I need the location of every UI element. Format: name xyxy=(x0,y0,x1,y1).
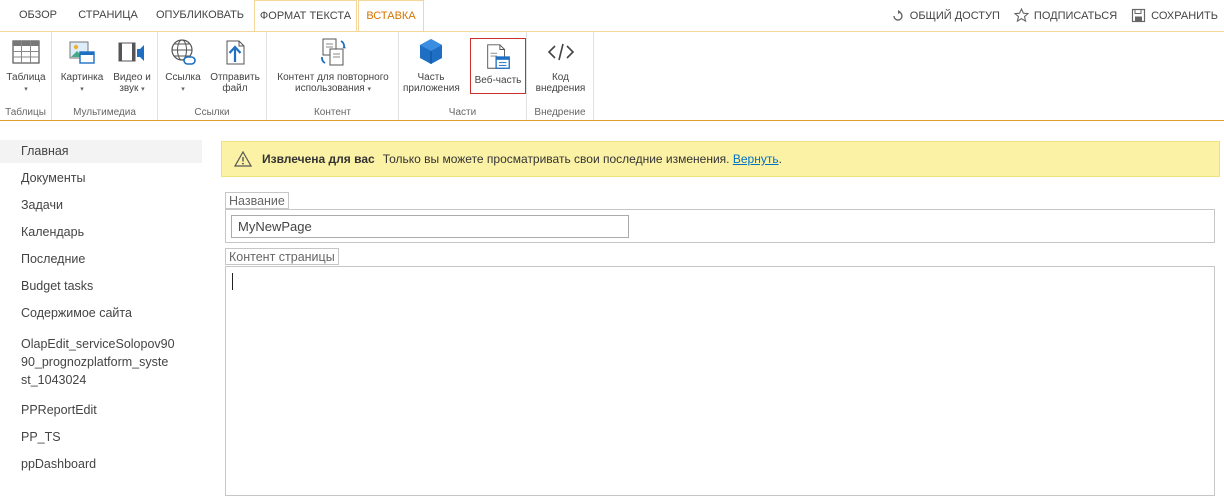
follow-label: ПОДПИСАТЬСЯ xyxy=(1033,9,1118,22)
share-button[interactable]: ОБЩИЙ ДОСТУП xyxy=(891,9,1000,23)
star-icon xyxy=(1013,8,1029,23)
tab-page[interactable]: СТРАНИЦА xyxy=(70,0,146,31)
group-parts: Часть приложения Веб-часть Части xyxy=(399,32,527,120)
group-links: Ссылка ▾ Отправить файл Ссылки xyxy=(158,32,267,120)
app-part-label-1: Часть xyxy=(417,72,445,83)
group-tables: Таблица ▾ Таблицы xyxy=(0,32,52,120)
nav-item-ppdashboard[interactable]: ppDashboard xyxy=(0,453,202,476)
save-icon xyxy=(1132,8,1146,23)
nav-item-budget-tasks[interactable]: Budget tasks xyxy=(0,275,202,298)
globe-link-icon xyxy=(171,39,196,65)
upload-file-icon xyxy=(226,40,245,65)
group-label-media: Мультимедиа xyxy=(73,107,136,118)
nav-item-olapedit-line3: st_1043024 xyxy=(21,373,87,387)
tab-browse[interactable]: ОБЗОР xyxy=(10,0,66,31)
share-icon xyxy=(893,9,903,21)
tab-insert[interactable]: ВСТАВКА xyxy=(358,0,424,32)
quick-launch-nav: Главная Документы Задачи Календарь После… xyxy=(0,140,202,476)
group-label-parts: Части xyxy=(448,107,477,118)
warning-icon xyxy=(234,151,252,167)
checkout-status-bar: Извлечена для вас Только вы можете просм… xyxy=(221,141,1220,177)
embed-code-icon xyxy=(547,43,574,61)
nav-item-olapedit-line2: 90_prognozplatform_syste xyxy=(21,355,169,369)
table-icon xyxy=(12,40,40,64)
page-content-label: Контент страницы xyxy=(225,248,339,265)
share-label: ОБЩИЙ ДОСТУП xyxy=(909,9,1000,22)
ribbon-tab-bar: ОБЗОР СТРАНИЦА ОПУБЛИКОВАТЬ ФОРМАТ ТЕКСТ… xyxy=(0,0,1224,32)
group-label-tables: Таблицы xyxy=(5,107,46,118)
video-audio-icon xyxy=(118,42,144,62)
insert-video-audio-button[interactable]: Видео и звук ▾ xyxy=(110,36,154,95)
nav-item-olapedit[interactable]: OlapEdit_serviceSolopov90 90_prognozplat… xyxy=(0,331,202,393)
nav-item-ppreportedit[interactable]: PPReportEdit xyxy=(0,399,202,422)
link-label: Ссылка xyxy=(165,72,201,83)
picture-icon xyxy=(69,41,95,64)
discard-checkout-link[interactable]: Вернуть xyxy=(733,152,779,166)
reusable-label-1: Контент для повторного xyxy=(277,72,389,83)
web-part-label: Веб-часть xyxy=(474,75,522,86)
title-field-label: Название xyxy=(225,192,289,209)
follow-button[interactable]: ПОДПИСАТЬСЯ xyxy=(1013,8,1118,23)
reusable-content-icon xyxy=(321,38,346,66)
nav-item-site-contents[interactable]: Содержимое сайта xyxy=(0,302,202,325)
ribbon-bottom-border xyxy=(0,120,1224,121)
page-actions: ОБЩИЙ ДОСТУП ПОДПИСАТЬСЯ СОХРАНИТЬ xyxy=(891,0,1218,31)
insert-table-button[interactable]: Таблица ▾ xyxy=(4,36,48,95)
group-label-embed: Внедрение xyxy=(534,107,586,118)
group-label-links: Ссылки xyxy=(194,107,230,118)
web-part-icon xyxy=(487,44,510,69)
nav-item-pp-ts[interactable]: PP_TS xyxy=(0,426,202,449)
status-message: Только вы можете просматривать свои посл… xyxy=(382,152,730,166)
group-label-content: Контент xyxy=(313,107,352,118)
ribbon: Таблица ▾ Таблицы Картинка ▾ Видео и зву… xyxy=(0,32,1224,120)
web-part-button[interactable]: Веб-часть xyxy=(470,38,526,94)
app-part-label-2: приложения xyxy=(403,83,460,94)
save-button[interactable]: СОХРАНИТЬ xyxy=(1131,8,1218,23)
title-input[interactable]: MyNewPage xyxy=(231,215,629,238)
video-label-1: Видео и xyxy=(113,72,151,83)
chevron-down-icon: ▾ xyxy=(24,86,28,93)
nav-item-recent[interactable]: Последние xyxy=(0,248,202,271)
save-label: СОХРАНИТЬ xyxy=(1151,9,1218,22)
status-tail: . xyxy=(778,152,782,166)
nav-item-tasks[interactable]: Задачи xyxy=(0,194,202,217)
tab-format-text[interactable]: ФОРМАТ ТЕКСТА xyxy=(254,0,357,32)
tab-publish[interactable]: ОПУБЛИКОВАТЬ xyxy=(150,0,250,31)
nav-item-olapedit-line1: OlapEdit_serviceSolopov90 xyxy=(21,337,175,351)
group-media: Картинка ▾ Видео и звук ▾ Мультимедиа xyxy=(52,32,158,120)
upload-file-button[interactable]: Отправить файл xyxy=(206,36,264,94)
video-label-2: звук xyxy=(119,83,139,94)
status-title: Извлечена для вас xyxy=(262,152,375,166)
nav-item-home[interactable]: Главная xyxy=(0,140,202,163)
chevron-down-icon: ▾ xyxy=(181,86,185,93)
app-part-button[interactable]: Часть приложения xyxy=(403,36,460,94)
embed-label-1: Код xyxy=(551,72,569,83)
reusable-content-button[interactable]: Контент для повторного использования ▾ xyxy=(271,36,395,95)
picture-label: Картинка xyxy=(60,72,104,83)
reusable-label-2: использования xyxy=(294,83,365,94)
nav-item-calendar[interactable]: Календарь xyxy=(0,221,202,244)
group-content: Контент для повторного использования ▾ К… xyxy=(267,32,399,120)
insert-picture-button[interactable]: Картинка ▾ xyxy=(58,36,106,95)
nav-item-documents[interactable]: Документы xyxy=(0,167,202,190)
chevron-down-icon: ▾ xyxy=(80,86,84,93)
page-content-editor[interactable] xyxy=(225,266,1215,496)
embed-label-2: внедрения xyxy=(535,83,586,94)
insert-link-button[interactable]: Ссылка ▾ xyxy=(162,36,204,95)
group-embed: Код внедрения Внедрение xyxy=(527,32,594,120)
app-part-icon xyxy=(420,39,442,64)
table-label: Таблица xyxy=(6,72,46,83)
text-caret xyxy=(232,273,233,290)
upload-label-1: Отправить xyxy=(210,72,260,83)
chevron-down-icon: ▾ xyxy=(141,86,145,93)
upload-label-2: файл xyxy=(222,83,248,94)
embed-code-button[interactable]: Код внедрения xyxy=(531,36,590,94)
chevron-down-icon: ▾ xyxy=(367,86,371,93)
